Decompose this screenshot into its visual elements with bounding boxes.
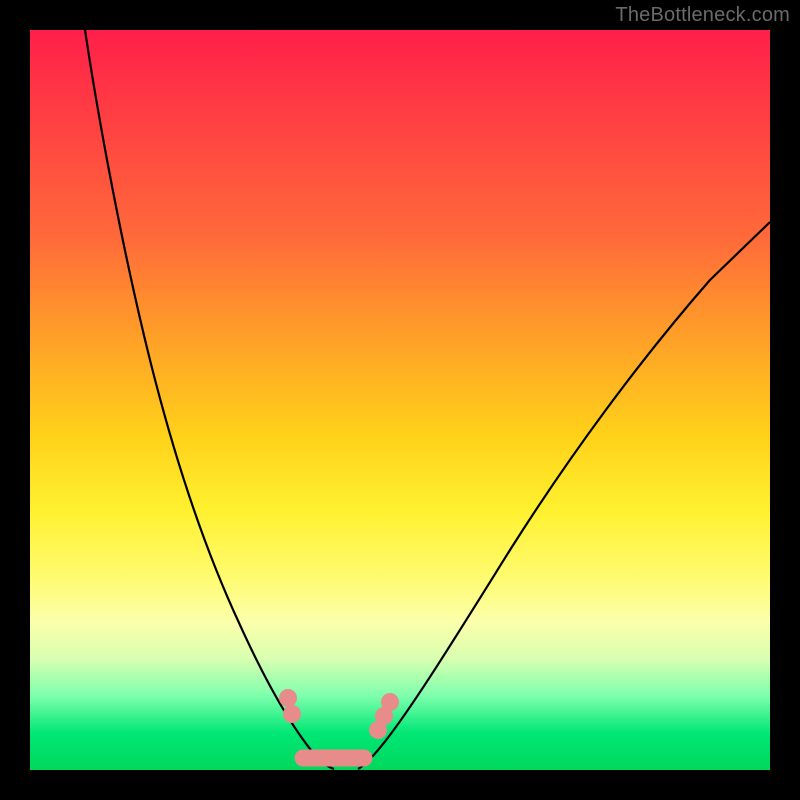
marker-dot	[279, 689, 297, 707]
marker-dot	[283, 705, 301, 723]
chart-svg	[30, 30, 770, 770]
plot-area	[30, 30, 770, 770]
left-bottleneck-curve	[85, 30, 334, 769]
chart-frame: TheBottleneck.com	[0, 0, 800, 800]
marker-dot	[381, 693, 399, 711]
watermark-text: TheBottleneck.com	[615, 4, 790, 27]
right-bottleneck-curve	[358, 222, 770, 769]
